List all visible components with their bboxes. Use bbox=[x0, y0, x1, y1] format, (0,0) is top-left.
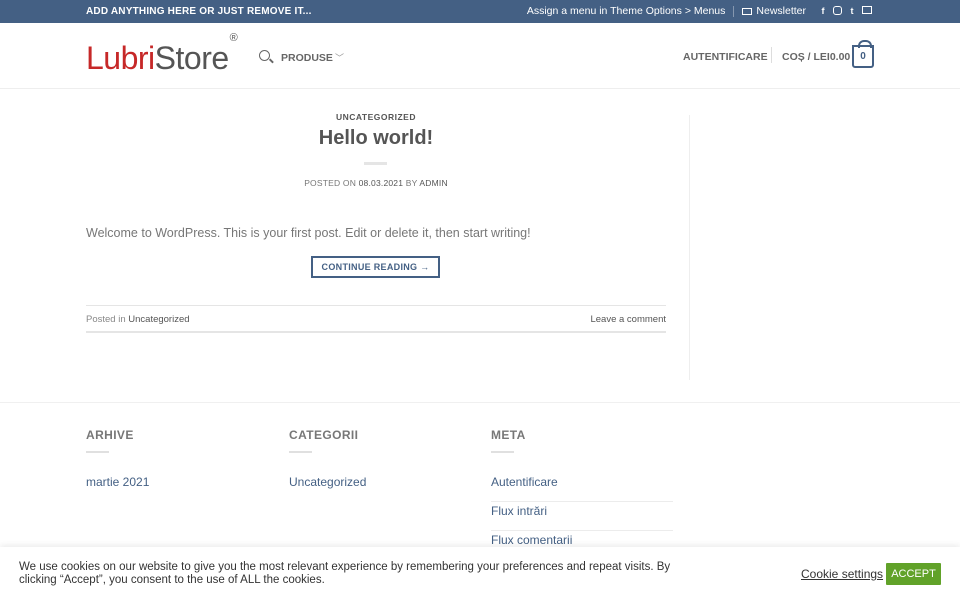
search-icon[interactable] bbox=[259, 50, 270, 61]
posted-in-category-link[interactable]: Uncategorized bbox=[128, 314, 189, 325]
envelope-icon bbox=[742, 7, 753, 15]
list-item[interactable]: Flux intrări bbox=[491, 502, 673, 531]
facebook-icon[interactable]: f bbox=[818, 6, 828, 16]
widget-archive: ARHIVE martie 2021 bbox=[86, 428, 268, 502]
cart-count: 0 bbox=[860, 51, 866, 62]
widget-meta: META Autentificare Flux intrări Flux com… bbox=[491, 428, 673, 560]
menu-hint-link[interactable]: Assign a menu in Theme Options > Menus bbox=[527, 5, 726, 17]
continue-reading-button[interactable]: CONTINUE READING → bbox=[311, 256, 440, 278]
twitter-icon[interactable]: t bbox=[847, 6, 857, 16]
author-link[interactable]: ADMIN bbox=[419, 178, 447, 188]
list-item[interactable]: Uncategorized bbox=[289, 473, 471, 502]
cart-link[interactable]: COȘ / LEI0.00 bbox=[782, 51, 850, 63]
by-label: BY bbox=[405, 178, 418, 188]
list-item[interactable]: Autentificare bbox=[491, 473, 673, 502]
top-bar: ADD ANYTHING HERE OR JUST REMOVE IT... A… bbox=[0, 0, 960, 23]
footer-divider bbox=[0, 402, 960, 403]
widget-title-divider bbox=[491, 451, 514, 453]
logo-part-lubri: Lubri bbox=[86, 40, 155, 76]
nav-produse[interactable]: PRODUSE ﹀ bbox=[281, 51, 344, 64]
title-divider bbox=[364, 162, 387, 165]
social-icons: f t bbox=[818, 6, 872, 16]
widget-title: ARHIVE bbox=[86, 428, 134, 442]
site-header: LubriStore® PRODUSE ﹀ AUTENTIFICARE COȘ /… bbox=[0, 23, 960, 89]
widget-categories: CATEGORII Uncategorized bbox=[289, 428, 471, 502]
post-excerpt: Welcome to WordPress. This is your first… bbox=[86, 226, 531, 240]
widget-title-divider bbox=[289, 451, 312, 453]
posted-in-label: Posted in bbox=[86, 314, 126, 325]
nav-produse-label: PRODUSE bbox=[281, 52, 333, 64]
cart-icon[interactable]: 0 bbox=[852, 40, 874, 68]
accept-button[interactable]: ACCEPT bbox=[886, 563, 941, 585]
widget-title: META bbox=[491, 428, 526, 442]
logo-part-store: Store bbox=[154, 40, 229, 76]
post-meta: POSTED ON 08.03.2021 BY ADMIN bbox=[86, 178, 666, 188]
header-divider bbox=[771, 47, 772, 63]
cookie-banner: We use cookies on our website to give yo… bbox=[0, 547, 960, 600]
cookie-text: We use cookies on our website to give yo… bbox=[19, 561, 671, 586]
post-category[interactable]: UNCATEGORIZED bbox=[86, 112, 666, 122]
posted-on-label: POSTED ON bbox=[304, 178, 357, 188]
login-link[interactable]: AUTENTIFICARE bbox=[683, 51, 768, 63]
newsletter-link[interactable]: Newsletter bbox=[756, 5, 806, 17]
widget-title-divider bbox=[86, 451, 109, 453]
post-title[interactable]: Hello world! bbox=[86, 127, 666, 150]
instagram-icon[interactable] bbox=[833, 6, 842, 15]
list-item[interactable]: martie 2021 bbox=[86, 473, 268, 502]
posted-in: Posted in Uncategorized bbox=[86, 314, 190, 325]
chevron-down-icon: ﹀ bbox=[334, 53, 344, 63]
sidebar-divider bbox=[689, 115, 690, 380]
mail-icon[interactable] bbox=[862, 6, 872, 14]
post-footer: Posted in Uncategorized Leave a comment bbox=[86, 305, 666, 333]
cookie-settings-link[interactable]: Cookie settings bbox=[801, 567, 883, 581]
widget-title: CATEGORII bbox=[289, 428, 359, 442]
leave-comment-link[interactable]: Leave a comment bbox=[590, 314, 666, 325]
promo-text: ADD ANYTHING HERE OR JUST REMOVE IT... bbox=[86, 6, 312, 17]
post-date-link[interactable]: 08.03.2021 bbox=[359, 178, 404, 188]
topbar-divider bbox=[733, 5, 735, 17]
registered-mark: ® bbox=[229, 32, 238, 45]
site-logo[interactable]: LubriStore® bbox=[86, 32, 238, 77]
